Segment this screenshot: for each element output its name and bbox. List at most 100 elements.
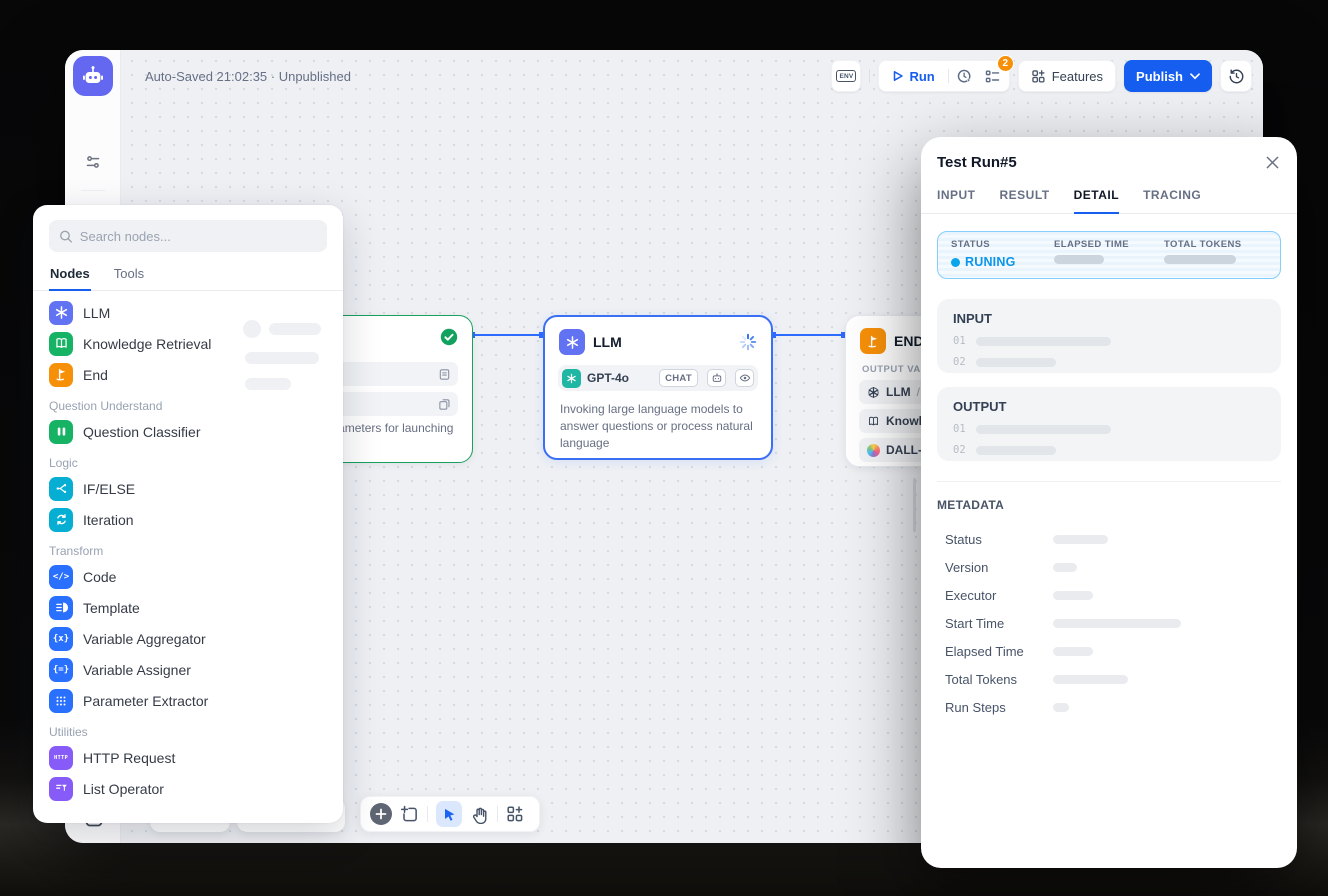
http-request-icon: HTTP (49, 746, 73, 770)
autosave-status: Auto-Saved 21:02:35 · Unpublished (145, 69, 351, 84)
question-classifier-icon (49, 420, 73, 444)
end-node-icon (860, 328, 886, 354)
toolbar-divider (427, 806, 428, 822)
tab-nodes[interactable]: Nodes (49, 263, 91, 291)
section-logic: Logic (49, 456, 327, 470)
node-item-parameter-extractor[interactable]: Parameter Extractor (41, 685, 335, 716)
node-item-variable-aggregator[interactable]: {x} Variable Aggregator (41, 623, 335, 654)
checklist-icon (984, 68, 1001, 85)
preview-run-button[interactable] (951, 62, 979, 90)
scrollbar[interactable] (913, 478, 916, 532)
llm-node[interactable]: LLM GPT-4o CHAT (543, 315, 773, 460)
add-node-button[interactable] (370, 803, 392, 825)
skeleton-loader (1053, 591, 1093, 600)
node-item-http-request[interactable]: HTTP HTTP Request (41, 742, 335, 773)
search-icon (59, 229, 73, 244)
features-label: Features (1052, 69, 1103, 84)
row-number: 01 (953, 335, 966, 347)
tab-tracing[interactable]: TRACING (1143, 180, 1201, 213)
metadata-label: Version (945, 560, 1045, 575)
node-item-if-else[interactable]: IF/ELSE (41, 473, 335, 504)
input-section: INPUT 01 02 (937, 299, 1281, 373)
copy-field-icon (438, 398, 451, 411)
node-preview-skeleton (243, 320, 333, 404)
hand-icon (470, 805, 489, 824)
metadata-row: Status (937, 525, 1281, 553)
run-button[interactable]: Run (881, 61, 945, 91)
end-node-title: END (894, 333, 924, 349)
node-item-template[interactable]: Template (41, 592, 335, 623)
variable-assigner-icon: {=} (49, 658, 73, 682)
eye-icon (739, 372, 751, 384)
node-item-label: Variable Assigner (83, 662, 191, 678)
node-item-label: Iteration (83, 512, 134, 528)
search-box[interactable] (49, 220, 327, 252)
running-dot-icon (951, 258, 960, 267)
pointer-mode-button[interactable] (436, 801, 462, 827)
checklist-badge: 2 (997, 55, 1014, 72)
tab-tools[interactable]: Tools (113, 263, 145, 290)
organize-nodes-button[interactable] (506, 805, 524, 823)
checklist-button[interactable]: 2 (979, 62, 1007, 90)
metadata-row: Elapsed Time (937, 637, 1281, 665)
toolbar-divider (497, 806, 498, 822)
llm-icon (49, 301, 73, 325)
features-button[interactable]: Features (1018, 60, 1116, 92)
features-icon (1031, 69, 1046, 84)
hand-mode-button[interactable] (470, 805, 489, 824)
node-item-question-classifier[interactable]: Question Classifier (41, 416, 335, 447)
cursor-icon (442, 807, 457, 822)
sidebar-divider (81, 190, 105, 191)
run-group-divider (948, 69, 949, 83)
close-button[interactable] (1266, 156, 1279, 169)
node-item-label: HTTP Request (83, 750, 175, 766)
test-run-panel: Test Run#5 INPUT RESULT DETAIL TRACING S… (921, 137, 1297, 868)
metadata-row: Total Tokens (937, 665, 1281, 693)
env-icon: ENV (836, 70, 856, 82)
run-group: Run 2 (878, 60, 1009, 92)
dalle-icon (867, 444, 880, 457)
tab-input[interactable]: INPUT (937, 180, 976, 213)
row-number: 01 (953, 423, 966, 435)
row-number: 02 (953, 444, 966, 456)
publish-button[interactable]: Publish (1124, 60, 1212, 92)
model-selector[interactable]: GPT-4o CHAT (558, 365, 758, 391)
node-item-iteration[interactable]: Iteration (41, 504, 335, 535)
vision-badge (735, 369, 754, 387)
edge-start-llm (473, 334, 543, 336)
node-item-variable-assigner[interactable]: {=} Variable Assigner (41, 654, 335, 685)
organize-icon (506, 805, 524, 823)
sliders-icon[interactable] (85, 154, 101, 175)
app-robot-icon[interactable] (73, 56, 113, 96)
node-item-list-operator[interactable]: List Operator (41, 773, 335, 804)
node-item-label: Variable Aggregator (83, 631, 206, 647)
metadata-label: Status (945, 532, 1045, 547)
play-icon (892, 70, 904, 82)
list-operator-icon (49, 777, 73, 801)
tab-result[interactable]: RESULT (1000, 180, 1050, 213)
skeleton-loader (1054, 255, 1104, 264)
metadata-label: Executor (945, 588, 1045, 603)
node-search-panel: Nodes Tools LLM Knowledge Retrieval End (33, 205, 343, 823)
topbar-divider (869, 69, 870, 83)
section-transform: Transform (49, 544, 327, 558)
node-item-code[interactable]: </> Code (41, 561, 335, 592)
tab-detail[interactable]: DETAIL (1074, 180, 1119, 214)
search-input[interactable] (80, 229, 317, 244)
env-button[interactable]: ENV (831, 60, 861, 92)
agent-badge (707, 369, 726, 387)
close-icon (1266, 156, 1279, 169)
plus-icon (375, 808, 387, 820)
metadata-row: Version (937, 553, 1281, 581)
iteration-icon (49, 508, 73, 532)
output-section: OUTPUT 01 02 (937, 387, 1281, 461)
metadata-label: Start Time (945, 616, 1045, 631)
history-button[interactable] (1220, 60, 1252, 92)
add-note-button[interactable] (400, 805, 419, 824)
row-number: 02 (953, 356, 966, 368)
skeleton-loader (976, 425, 1111, 434)
chevron-down-icon (1190, 73, 1200, 80)
skeleton-loader (1053, 563, 1077, 572)
edge-llm-end (773, 334, 845, 336)
skeleton-loader (1053, 703, 1069, 712)
